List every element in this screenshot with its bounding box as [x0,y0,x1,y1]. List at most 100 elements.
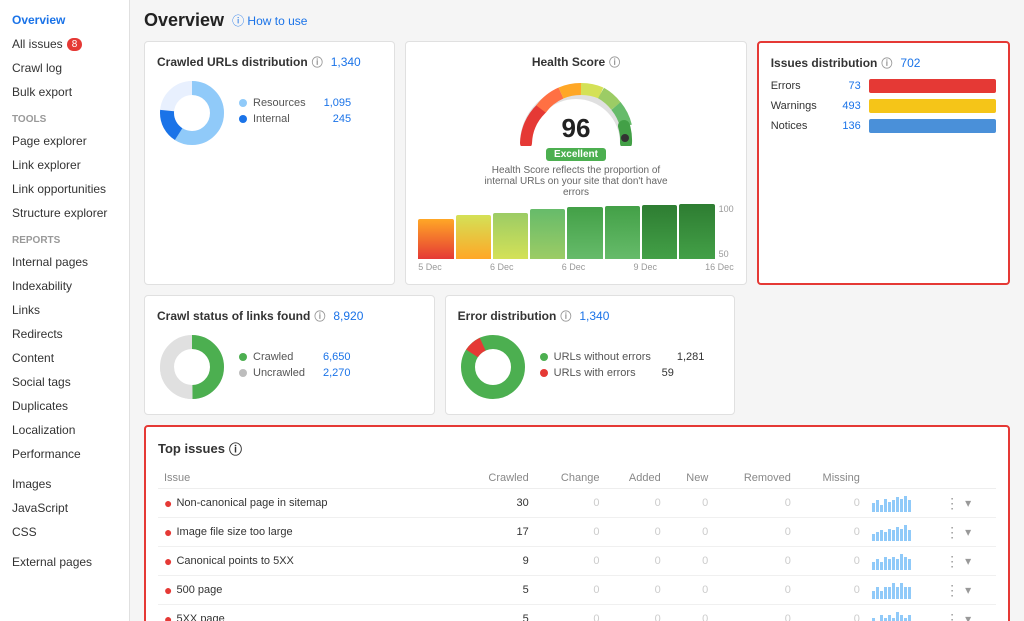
expand-button[interactable]: ▾ [963,612,973,621]
sidebar-item-link-explorer[interactable]: Link explorer [0,153,129,177]
sidebar-item-indexability[interactable]: Indexability [0,274,129,298]
crawled-cell: 30 [462,489,535,518]
health-score-description: Health Score reflects the proportion of … [476,165,676,198]
notices-row: Notices 136 [771,119,996,133]
new-cell: 0 [667,547,715,576]
chart-cell [866,518,937,547]
sidebar-item-external-pages[interactable]: External pages [0,550,129,574]
issue-label[interactable]: Image file size too large [176,526,292,538]
expand-button[interactable]: ▾ [963,496,973,510]
page-header: Overview ⓘ How to use [144,10,1010,31]
issue-label[interactable]: 5XX page [176,613,224,621]
resources-dot [239,99,247,107]
col-chart [866,468,937,489]
no-errors-dot [540,353,548,361]
removed-cell: 0 [714,518,797,547]
expand-button[interactable]: ▾ [963,583,973,597]
reports-section-label: Reports [0,225,129,250]
tools-section-label: Tools [0,104,129,129]
issue-label[interactable]: Non-canonical page in sitemap [176,497,327,509]
issue-name-cell: ● Image file size too large [158,518,462,547]
expand-button[interactable]: ▾ [963,554,973,568]
chart-cell [866,489,937,518]
errors-bar [869,79,996,93]
error-dist-legend: URLs without errors 1,281 URLs with erro… [540,351,705,383]
uncrawled-dot [239,369,247,377]
sidebar-item-images[interactable]: Images [0,472,129,496]
info-icon[interactable]: ⓘ [312,54,323,70]
crawled-cell: 5 [462,605,535,621]
sidebar-item-duplicates[interactable]: Duplicates [0,394,129,418]
error-dist-title: Error distribution ⓘ 1,340 [458,308,723,324]
sidebar-item-internal-pages[interactable]: Internal pages [0,250,129,274]
issue-icon: ● [164,554,172,568]
more-options-button[interactable]: ⋮ [943,495,961,512]
issues-table-header: Issue Crawled Change Added New Removed M… [158,468,996,489]
sidebar-item-overview[interactable]: Overview [0,8,129,32]
issues-distribution-card: Issues distribution ⓘ 702 Errors 73 Warn… [757,41,1010,285]
top-issues-title: Top issues ⓘ [158,439,996,458]
error-dist-info-icon[interactable]: ⓘ [560,308,571,324]
crawled-cell: 17 [462,518,535,547]
more-options-button[interactable]: ⋮ [943,524,961,541]
sidebar-item-crawl-log[interactable]: Crawl log [0,56,129,80]
sidebar-item-performance[interactable]: Performance [0,442,129,466]
crawl-status-title: Crawl status of links found ⓘ 8,920 [157,308,422,324]
issue-label[interactable]: Canonical points to 5XX [176,555,293,567]
expand-button[interactable]: ▾ [963,525,973,539]
top-issues-info-icon[interactable]: ⓘ [229,439,242,458]
added-cell: 0 [605,518,666,547]
more-options-button[interactable]: ⋮ [943,582,961,599]
table-row: ● Non-canonical page in sitemap 30 0 0 0… [158,489,996,518]
issue-name-cell: ● 5XX page [158,605,462,621]
crawl-status-inner: Crawled 6,650 Uncrawled 2,270 [157,332,422,402]
new-cell: 0 [667,605,715,621]
missing-cell: 0 [797,518,866,547]
all-issues-badge: 8 [67,38,83,51]
actions-cell: ⋮ ▾ [937,518,996,547]
more-options-button[interactable]: ⋮ [943,611,961,621]
crawl-status-legend: Crawled 6,650 Uncrawled 2,270 [239,351,351,383]
issues-info-icon[interactable]: ⓘ [881,55,892,71]
sidebar-item-overview-label: Overview [12,13,65,27]
health-info-icon[interactable]: ⓘ [609,54,620,70]
sidebar-item-bulk-export[interactable]: Bulk export [0,80,129,104]
sidebar-item-social-tags[interactable]: Social tags [0,370,129,394]
sidebar-item-links[interactable]: Links [0,298,129,322]
crawled-inner: Resources 1,095 Internal 245 [157,78,382,148]
main-content: Overview ⓘ How to use Crawled URLs distr… [130,0,1024,621]
crawled-urls-card: Crawled URLs distribution ⓘ 1,340 [144,41,395,285]
sidebar-item-content[interactable]: Content [0,346,129,370]
with-errors-legend-item: URLs with errors 59 [540,367,705,379]
col-change: Change [535,468,606,489]
crawled-legend-item: Crawled 6,650 [239,351,351,363]
change-cell: 0 [535,547,606,576]
actions-cell: ⋮ ▾ [937,489,996,518]
health-score-title: Health Score ⓘ [532,54,620,70]
missing-cell: 0 [797,489,866,518]
col-added: Added [605,468,666,489]
change-cell: 0 [535,518,606,547]
more-options-button[interactable]: ⋮ [943,553,961,570]
crawl-status-donut [157,332,227,402]
health-bar-chart: 100 50 [418,204,733,259]
table-row: ● 500 page 5 0 0 0 0 0 ⋮ ▾ [158,576,996,605]
issue-label[interactable]: 500 page [176,584,222,596]
crawled-urls-count[interactable]: 1,340 [331,55,361,69]
sidebar-item-page-explorer[interactable]: Page explorer [0,129,129,153]
sidebar-item-structure-explorer[interactable]: Structure explorer [0,201,129,225]
sidebar-item-javascript[interactable]: JavaScript [0,496,129,520]
missing-cell: 0 [797,605,866,621]
crawled-cell: 5 [462,576,535,605]
crawl-status-info-icon[interactable]: ⓘ [314,308,325,324]
sidebar-item-link-opportunities[interactable]: Link opportunities [0,177,129,201]
sidebar-item-redirects[interactable]: Redirects [0,322,129,346]
issue-icon: ● [164,525,172,539]
crawled-cell: 9 [462,547,535,576]
removed-cell: 0 [714,576,797,605]
sidebar-item-all-issues[interactable]: All issues 8 [0,32,129,56]
new-cell: 0 [667,489,715,518]
how-to-use-link[interactable]: ⓘ How to use [232,12,307,29]
sidebar-item-localization[interactable]: Localization [0,418,129,442]
sidebar-item-css[interactable]: CSS [0,520,129,544]
